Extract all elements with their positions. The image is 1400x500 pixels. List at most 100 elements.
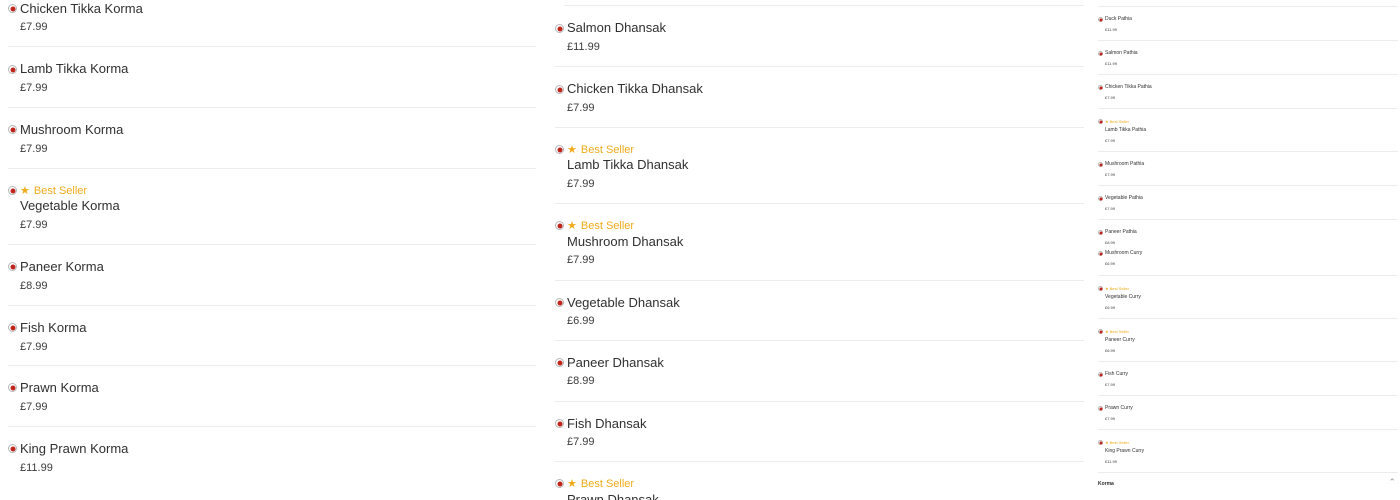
item-name: Mushroom Pathia [1105,161,1145,167]
item-price: £7.99 [567,436,595,448]
item-price: £7.99 [1105,416,1116,421]
menu-item[interactable]: Salmon Dhansak £11.99 [555,6,1084,67]
best-seller-badge: ★ Best Seller [20,184,88,198]
best-seller-label: Best Seller [1109,329,1129,334]
best-seller-label: Best Seller [1109,440,1129,445]
best-seller-label: Best Seller [580,143,635,156]
item-name: Salmon Pathia [1105,50,1138,56]
menu-item[interactable]: Chicken Tikka Pathia £7.99 [1098,75,1398,109]
menu-item[interactable]: ★ Best Seller Lamb Tikka Dhansak £7.99 [555,128,1084,204]
item-price: £7.99 [567,254,595,266]
menu-item[interactable]: ★ Best Seller Paneer Curry £6.99 [1098,319,1398,362]
best-seller-badge: ★ Best Seller [1105,286,1129,291]
best-seller-label: Best Seller [33,184,88,197]
veg-indicator-icon [1098,406,1103,411]
best-seller-label: Best Seller [1109,286,1129,291]
item-name: Salmon Dhansak [567,20,666,35]
veg-indicator-icon [1098,51,1103,56]
menu-item[interactable]: Vegetable Pathia £7.99 [1098,186,1398,220]
menu-item[interactable]: ★ Best Seller Vegetable Korma £7.99 [8,169,536,245]
star-icon: ★ [567,220,577,232]
best-seller-badge: ★ Best Seller [567,143,635,157]
menu-item[interactable]: Prawn Curry £7.99 [1098,396,1398,430]
star-icon: ★ [20,185,30,197]
menu-item[interactable]: ★ Best Seller Vegetable Curry £6.99 [1098,276,1398,319]
item-name: Chicken Tikka Pathia [1105,84,1152,90]
item-price: £11.99 [1105,459,1117,464]
item-name: Lamb Tikka Korma [20,61,129,76]
chevron-up-icon[interactable]: ⌃ [1388,478,1396,487]
item-name: King Prawn Curry [1105,448,1145,454]
star-icon: ★ [567,478,577,490]
item-name: Fish Dhansak [567,416,647,431]
menu-item[interactable]: Prawn Korma £7.99 [8,366,536,427]
menu-item[interactable]: Fish Korma £7.99 [8,306,536,366]
star-icon: ★ [1105,286,1109,291]
item-name: Paneer Dhansak [567,355,664,370]
menu-item[interactable]: King Prawn Korma £11.99 [8,427,536,487]
veg-indicator-icon [555,85,564,94]
best-seller-badge: ★ Best Seller [567,219,634,233]
veg-indicator-icon [555,221,564,230]
veg-indicator-icon [555,479,564,488]
menu-item[interactable]: Fish Curry £7.99 [1098,362,1398,396]
veg-indicator-icon [8,323,17,332]
item-price: £7.99 [20,21,48,33]
veg-indicator-icon [1098,17,1103,22]
veg-indicator-icon [555,145,564,154]
veg-indicator-icon [555,358,564,367]
menu-item[interactable]: Lamb Tikka Korma £7.99 [8,47,536,108]
menu-item[interactable]: Chicken Tikka Korma £7.99 [8,0,536,47]
menu-item[interactable]: Salmon Pathia £11.99 [1098,41,1398,75]
item-price: £7.99 [20,143,48,155]
item-price: £7.99 [1105,95,1116,100]
menu-item[interactable]: Paneer Korma £8.99 [8,245,536,306]
veg-indicator-icon [8,186,17,195]
veg-indicator-icon [8,125,17,134]
veg-indicator-icon [555,419,564,428]
item-name: Paneer Curry [1105,337,1135,343]
menu-item[interactable]: ★ Best Seller Lamb Tikka Pathia £7.99 [1098,109,1398,152]
item-name: Mushroom Korma [20,122,124,137]
item-name: Prawn Korma [20,380,99,395]
item-price: £8.99 [20,280,48,292]
menu-item[interactable]: Mushroom Pathia £7.99 [1098,152,1398,186]
veg-indicator-icon [8,383,17,392]
veg-indicator-icon [8,65,17,74]
menu-column-pathia-curry: Duck Pathia £11.99 Salmon Pathia £11.99 … [1098,0,1398,478]
veg-indicator-icon [1098,119,1103,124]
menu-item[interactable]: Chicken Tikka Dhansak £7.99 [555,67,1084,128]
menu-item[interactable]: ★ Best Seller Prawn Dhansak [555,462,1084,500]
veg-indicator-icon [1098,329,1103,334]
menu-item[interactable]: Paneer Pathia £8.99 [1098,220,1398,245]
item-price: £11.99 [1105,27,1117,32]
item-name: Vegetable Korma [20,198,120,213]
veg-indicator-icon [1098,440,1103,445]
menu-item[interactable]: Duck Pathia £11.99 [1098,7,1398,41]
best-seller-badge: ★ Best Seller [567,477,634,491]
item-name: Prawn Curry [1105,405,1133,411]
menu-column-korma: Chicken Tikka Korma £7.99 Lamb Tikka Kor… [8,0,536,500]
item-name: Lamb Tikka Pathia [1105,127,1147,133]
item-name: Paneer Pathia [1105,229,1137,235]
menu-item[interactable]: ★ Best Seller King Prawn Curry £11.99 [1098,430,1398,473]
veg-indicator-icon [1098,85,1103,90]
item-price: £6.99 [567,315,595,327]
item-price: £7.99 [20,82,48,94]
menu-item[interactable]: ★ Best Seller Mushroom Dhansak £7.99 [555,204,1084,281]
category-header-korma[interactable]: Korma ⌃ [1098,478,1398,492]
menu-item[interactable]: Mushroom Curry £6.99 [1098,242,1398,276]
menu-item[interactable]: Mushroom Korma £7.99 [8,108,536,169]
item-price: £7.99 [1105,206,1116,211]
item-price: £11.99 [1105,61,1117,66]
veg-indicator-icon [1098,372,1103,377]
menu-item[interactable]: Fish Dhansak £7.99 [555,402,1084,462]
star-icon: ★ [1105,119,1109,124]
star-icon: ★ [1105,329,1109,334]
best-seller-label: Best Seller [1109,119,1129,124]
veg-indicator-icon [8,4,17,13]
star-icon: ★ [567,144,577,156]
menu-item[interactable]: Paneer Dhansak £8.99 [555,341,1084,402]
item-price: £7.99 [1105,172,1116,177]
menu-item[interactable]: Vegetable Dhansak £6.99 [555,281,1084,341]
